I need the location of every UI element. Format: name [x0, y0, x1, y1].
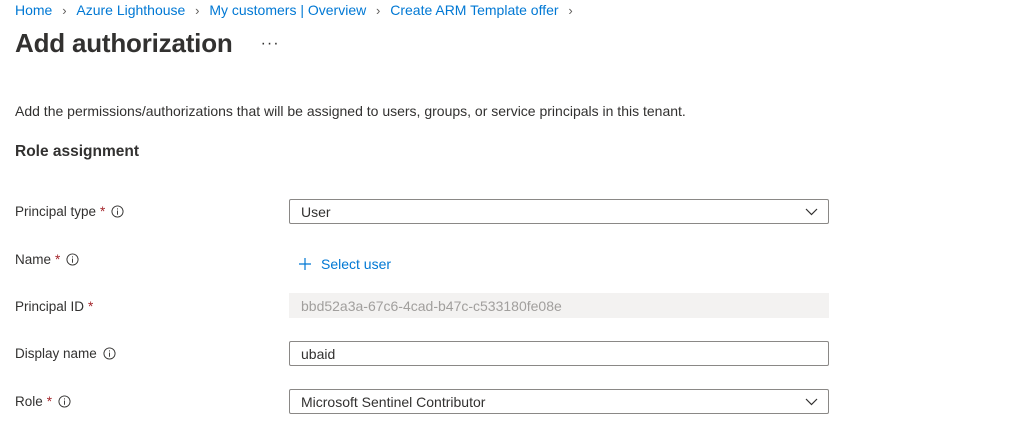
required-marker: * — [100, 204, 106, 219]
chevron-right-icon: › — [376, 2, 381, 18]
breadcrumb-create-arm-template-offer[interactable]: Create ARM Template offer — [390, 2, 558, 18]
display-name-label: Display name — [15, 346, 116, 361]
page-title: Add authorization — [15, 28, 233, 58]
chevron-right-icon: › — [62, 2, 67, 18]
chevron-down-icon — [805, 398, 818, 405]
role-label-text: Role — [15, 394, 43, 409]
info-icon[interactable] — [66, 253, 79, 266]
required-marker: * — [55, 252, 61, 267]
principal-id-field: bbd52a3a-67c6-4cad-b47c-c533180fe08e — [289, 293, 829, 318]
display-name-input[interactable]: ubaid — [289, 341, 829, 366]
breadcrumb-home[interactable]: Home — [15, 2, 52, 18]
breadcrumb-my-customers[interactable]: My customers | Overview — [209, 2, 366, 18]
select-user-button[interactable]: Select user — [298, 256, 391, 272]
principal-type-label-text: Principal type — [15, 204, 97, 219]
chevron-right-icon: › — [195, 2, 200, 18]
principal-type-value: User — [301, 203, 331, 220]
breadcrumb-azure-lighthouse[interactable]: Azure Lighthouse — [76, 2, 185, 18]
required-marker: * — [88, 299, 94, 314]
chevron-right-icon: › — [568, 2, 573, 18]
principal-id-label: Principal ID * — [15, 299, 93, 314]
plus-icon — [299, 258, 311, 270]
display-name-label-text: Display name — [15, 346, 97, 361]
name-label: Name * — [15, 252, 79, 267]
info-icon[interactable] — [103, 347, 116, 360]
required-marker: * — [46, 394, 53, 409]
chevron-down-icon — [805, 208, 818, 215]
more-options-button[interactable]: ··· — [261, 35, 280, 53]
principal-id-label-text: Principal ID — [15, 299, 85, 314]
name-label-text: Name — [15, 252, 52, 267]
title-row: Add authorization ··· — [15, 28, 280, 59]
role-value: Microsoft Sentinel Contributor — [301, 393, 486, 410]
section-title: Role assignment — [15, 143, 140, 160]
info-icon[interactable] — [58, 395, 71, 408]
role-label: Role * — [15, 394, 71, 409]
principal-type-label: Principal type * — [15, 204, 124, 219]
breadcrumb: Home › Azure Lighthouse › My customers |… — [15, 0, 583, 20]
info-icon[interactable] — [111, 205, 124, 218]
select-user-label: Select user — [321, 256, 392, 272]
principal-type-select[interactable]: User — [289, 199, 829, 224]
role-select[interactable]: Microsoft Sentinel Contributor — [289, 389, 829, 414]
page-description: Add the permissions/authorizations that … — [15, 103, 686, 119]
